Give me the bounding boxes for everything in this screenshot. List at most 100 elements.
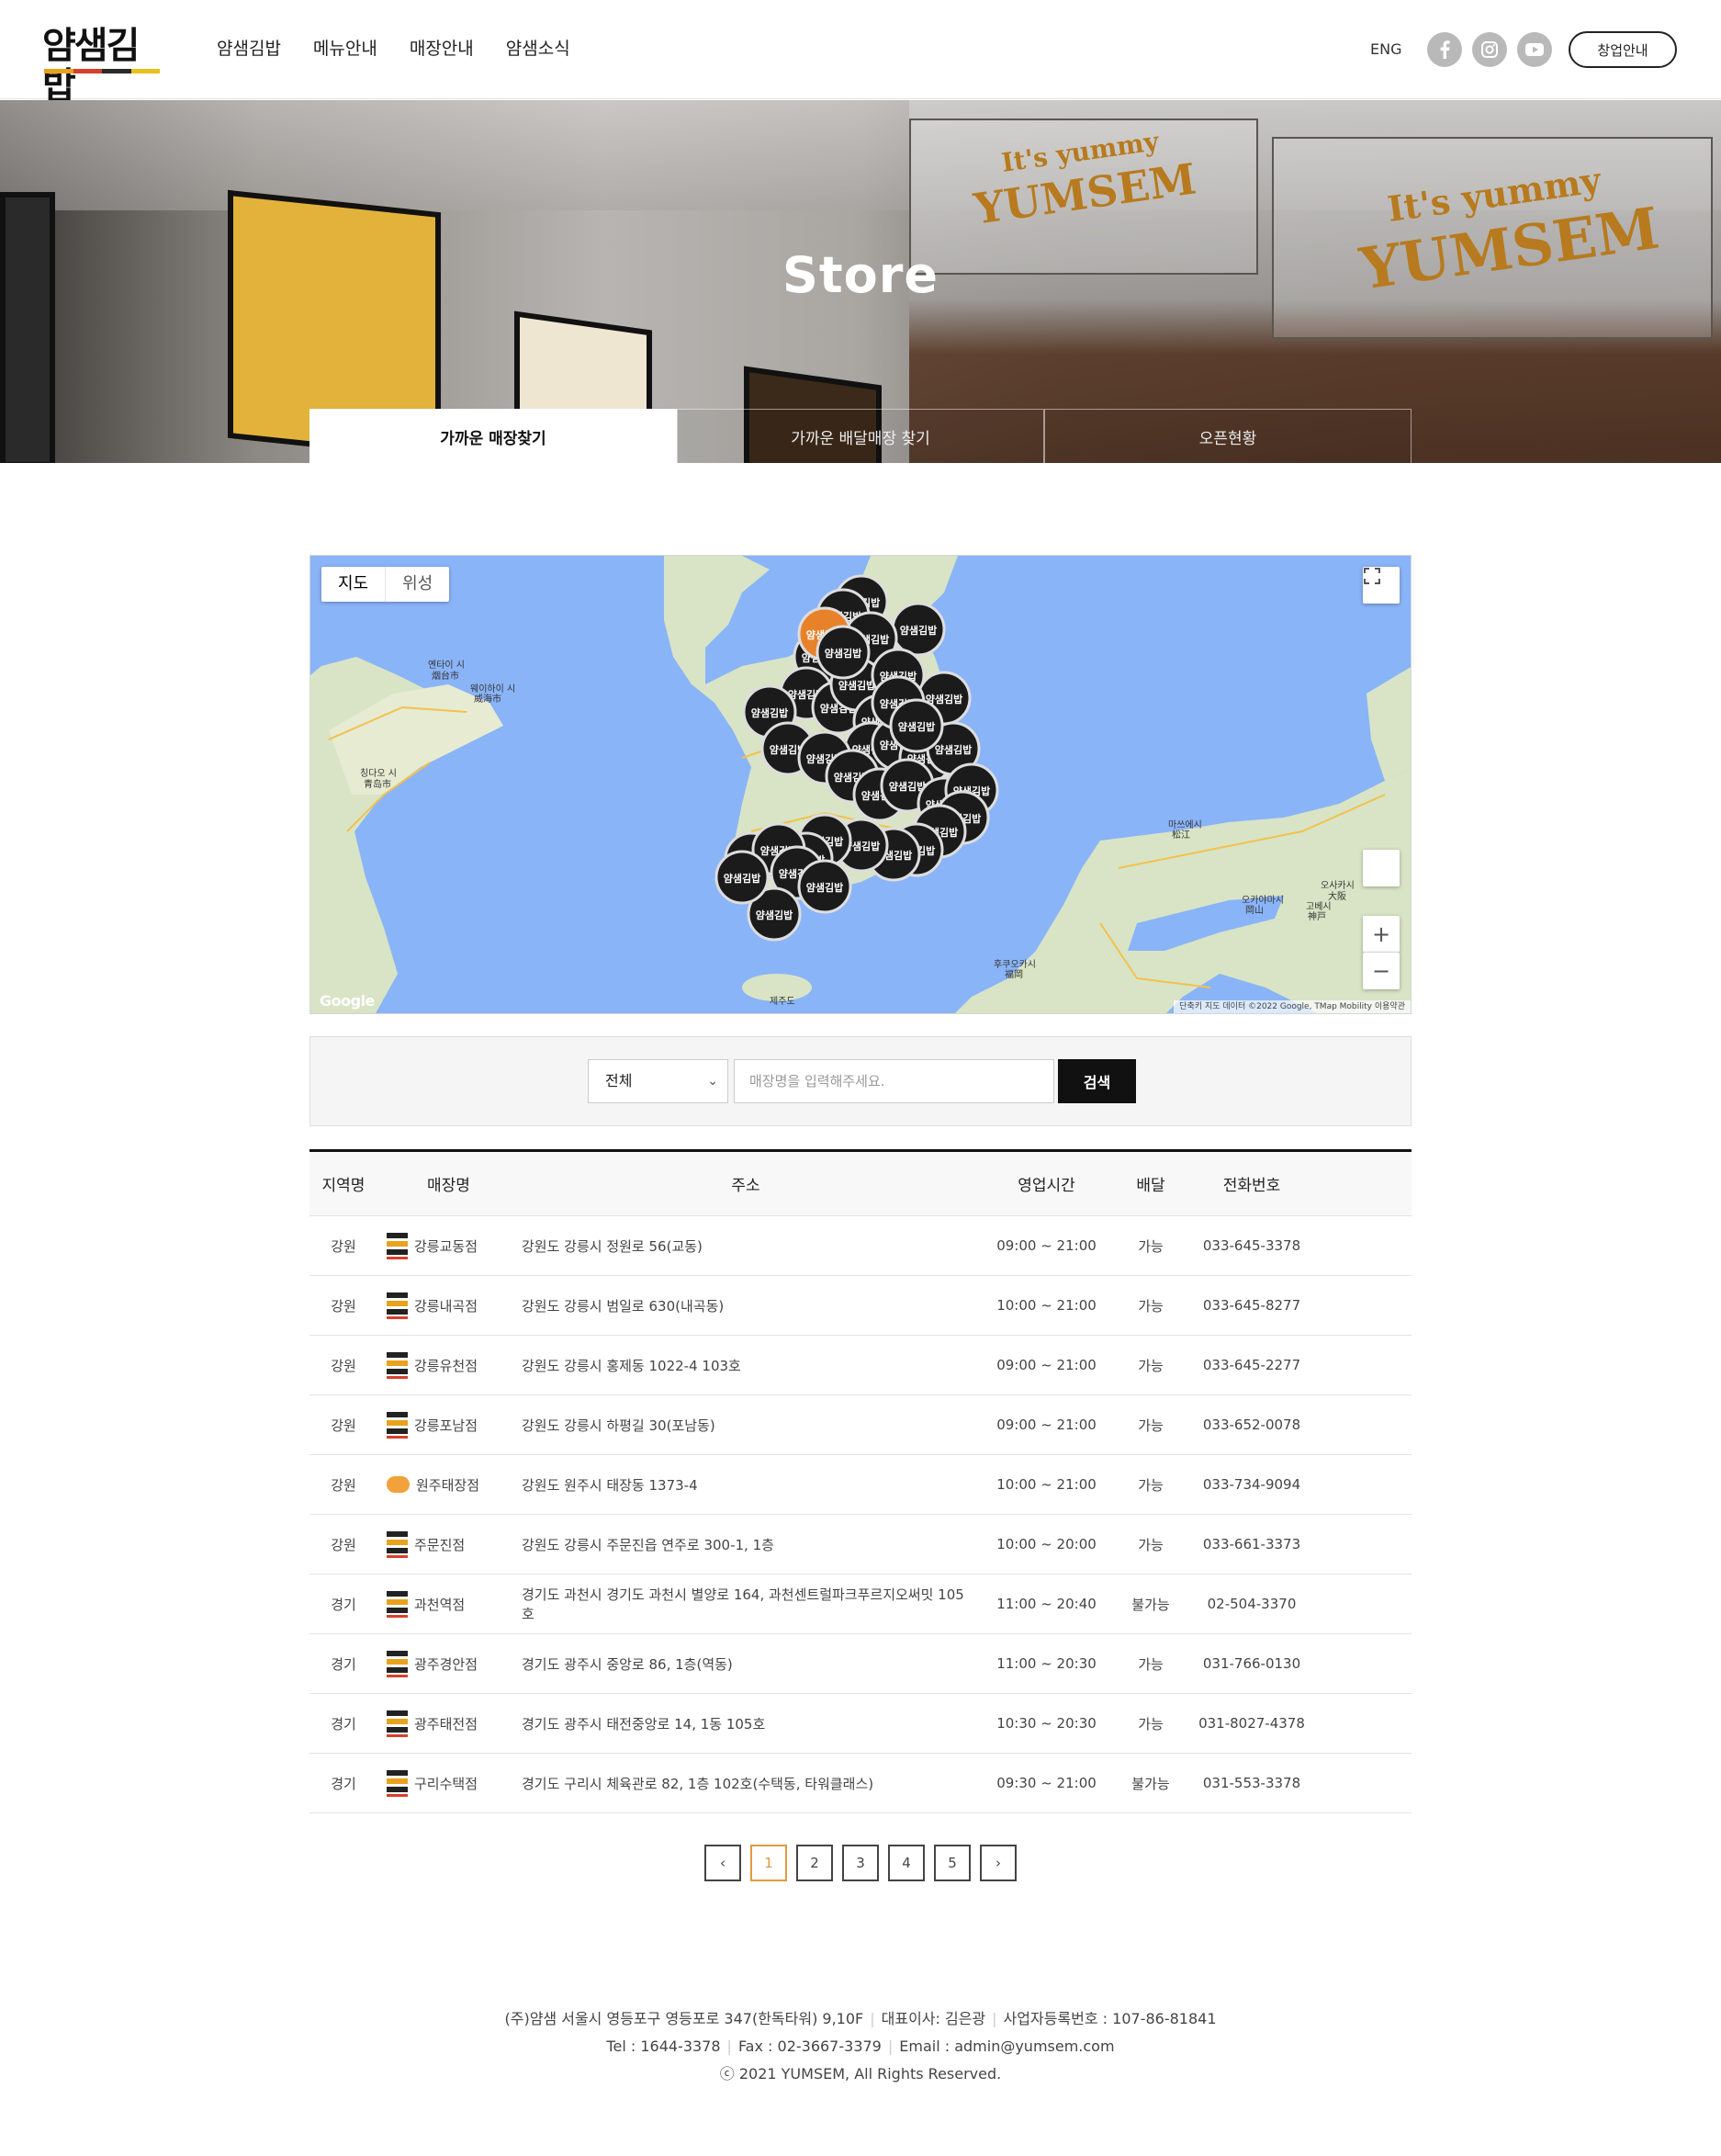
map-label-okayama: 오카야마시 (1242, 895, 1284, 906)
header-delivery: 배달 (1136, 1177, 1165, 1195)
store-marker-label: 얌샘김밥 (838, 679, 875, 692)
store-marker-label: 얌샘김밥 (756, 909, 793, 921)
fullscreen-icon[interactable] (1363, 567, 1400, 604)
store-name: 강릉유천점 (414, 1357, 478, 1374)
cell-region: 경기 (331, 1715, 356, 1733)
cell-phone: 031-553-3378 (1202, 1775, 1301, 1791)
page-button-3[interactable]: 3 (842, 1845, 879, 1881)
map-attribution[interactable]: 단축키 지도 데이터 ©2022 Google, TMap Mobility 이… (1174, 1000, 1411, 1013)
page-button-2[interactable]: 2 (796, 1845, 833, 1881)
cell-phone: 033-661-3373 (1202, 1536, 1301, 1552)
cell-hours: 09:30 ~ 21:00 (996, 1775, 1097, 1791)
store-marker[interactable]: 얌샘김밥 (889, 698, 944, 753)
next-page-button[interactable]: › (980, 1845, 1017, 1881)
store-marker[interactable]: 얌샘김밥 (797, 859, 852, 914)
cell-store-name[interactable]: 강릉유천점 (377, 1350, 520, 1380)
yumsem-logo-icon (387, 1649, 408, 1678)
nav-item-menu[interactable]: 메뉴안내 (313, 35, 377, 60)
yumsem-logo-icon (387, 1410, 408, 1439)
cell-hours: 09:00 ~ 21:00 (996, 1357, 1097, 1373)
map-label-qingdao: 칭다오 시 (360, 768, 397, 779)
table-body: 강원 강릉교동점 강원도 강릉시 정원로 56(교동) 09:00 ~ 21:00 가능… (309, 1216, 1412, 1813)
table-row[interactable]: 강원 주문진점 강원도 강릉시 주문진읍 연주로 300-1, 1층 10:00 ~ … (309, 1515, 1412, 1575)
nav-item-store[interactable]: 매장안내 (410, 35, 474, 60)
facebook-icon[interactable] (1427, 32, 1462, 67)
region-select[interactable]: 전체 ⌄ (588, 1059, 728, 1103)
store-name: 원주태장점 (416, 1476, 480, 1494)
table-row[interactable]: 경기 광주태전점 경기도 광주시 태전중앙로 14, 1동 105호 10:30 ~ … (309, 1694, 1412, 1754)
cell-store-name[interactable]: 강릉내곡점 (377, 1291, 520, 1320)
footer-bizno: 사업자등록번호 : 107-86-81841 (1003, 2010, 1217, 2027)
table-row[interactable]: 강원 강릉교동점 강원도 강릉시 정원로 56(교동) 09:00 ~ 21:00 가능… (309, 1216, 1412, 1276)
footer-ceo: 대표이사: 김은광 (881, 2010, 986, 2027)
table-row[interactable]: 경기 광주경안점 경기도 광주시 중앙로 86, 1층(역동) 11:00 ~ 20:… (309, 1634, 1412, 1694)
store-name: 광주경안점 (414, 1655, 478, 1673)
table-row[interactable]: 강원 강릉포남점 강원도 강릉시 하평길 30(포남동) 09:00 ~ 21:00 가… (309, 1395, 1412, 1455)
cell-store-name[interactable]: 강릉교동점 (377, 1231, 520, 1260)
map-label-osaka-cn: 大阪 (1328, 890, 1346, 902)
map-type-map[interactable]: 지도 (321, 567, 387, 602)
cell-store-name[interactable]: 강릉포남점 (377, 1410, 520, 1439)
franchise-button[interactable]: 창업안내 (1569, 31, 1677, 68)
page-button-5[interactable]: 5 (934, 1845, 971, 1881)
language-toggle[interactable]: ENG (1370, 40, 1401, 58)
cell-delivery: 불가능 (1131, 1775, 1170, 1792)
store-marker[interactable]: 얌샘김밥 (891, 602, 946, 657)
tab-nearby-delivery[interactable]: 가까운 배달매장 찾기 (677, 409, 1044, 463)
store-marker-label: 얌샘김밥 (935, 743, 972, 756)
cell-store-name[interactable]: 과천역점 (377, 1589, 520, 1619)
cell-phone: 02-504-3370 (1207, 1596, 1297, 1612)
table-row[interactable]: 강원 강릉유천점 강원도 강릉시 홍제동 1022-4 103호 09:00 ~ 21… (309, 1336, 1412, 1395)
cell-address: 강원도 강릉시 하평길 30(포남동) (522, 1417, 715, 1434)
prev-page-button[interactable]: ‹ (704, 1845, 741, 1881)
tab-open-status[interactable]: 오픈현황 (1044, 409, 1412, 463)
cell-phone: 033-734-9094 (1202, 1476, 1301, 1493)
store-table: 지역명 매장명 주소 영업시간 배달 전화번호 강원 강릉교동점 강원도 강릉시 정… (309, 1149, 1412, 1813)
table-row[interactable]: 강원 원주태장점 강원도 원주시 태장동 1373-4 10:00 ~ 21:00 가능… (309, 1455, 1412, 1515)
zoom-in-button[interactable]: + (1363, 916, 1400, 953)
cell-hours: 10:00 ~ 20:00 (996, 1536, 1097, 1552)
youtube-icon[interactable] (1517, 32, 1552, 67)
map-label-osaka: 오사카시 (1321, 880, 1355, 891)
store-search: 전체 ⌄ 매장명을 입력해주세요. 검색 (309, 1036, 1412, 1126)
cell-store-name[interactable]: 구리수택점 (377, 1768, 520, 1798)
cell-store-name[interactable]: 주문진점 (377, 1530, 520, 1559)
table-row[interactable]: 경기 구리수택점 경기도 구리시 체육관로 82, 1층 102호(수택동, 타워클… (309, 1754, 1412, 1813)
tab-nearby-store[interactable]: 가까운 매장찾기 (309, 409, 677, 463)
logo-color-bar (44, 69, 160, 73)
cell-store-name[interactable]: 원주태장점 (377, 1475, 520, 1495)
store-marker[interactable]: 얌샘김밥 (714, 850, 770, 905)
cell-phone: 033-645-2277 (1202, 1357, 1301, 1373)
map-label-kobe: 고베시 (1306, 901, 1332, 912)
instagram-icon[interactable] (1472, 32, 1507, 67)
zoom-out-button[interactable]: − (1363, 953, 1400, 989)
cell-phone: 031-8027-4378 (1198, 1715, 1305, 1732)
page-button-4[interactable]: 4 (888, 1845, 925, 1881)
cell-store-name[interactable]: 광주경안점 (377, 1649, 520, 1678)
yumsem-logo-icon (387, 1589, 408, 1619)
cell-region: 강원 (331, 1237, 356, 1255)
header-phone: 전화번호 (1222, 1177, 1281, 1195)
store-name-input[interactable]: 매장명을 입력해주세요. (734, 1059, 1054, 1103)
table-row[interactable]: 강원 강릉내곡점 강원도 강릉시 범일로 630(내곡동) 10:00 ~ 21:00… (309, 1276, 1412, 1336)
yumsem-logo-icon (387, 1350, 408, 1380)
nav-item-news[interactable]: 얌샘소식 (506, 35, 570, 60)
store-map[interactable]: 옌타이 시 烟台市 웨이하이 시 威海市 칭다오 시 青岛市 후쿠오카시 福岡 … (309, 555, 1412, 1014)
logo[interactable]: 얌샘김밥 (42, 26, 162, 107)
nav-item-yumsem[interactable]: 얌샘김밥 (217, 35, 281, 60)
chevron-down-icon: ⌄ (707, 1074, 718, 1089)
table-row[interactable]: 경기 과천역점 경기도 과천시 경기도 과천시 별양로 164, 과천센트럴파크푸르… (309, 1575, 1412, 1634)
footer-line-1: (주)얌샘 서울시 영등포구 영등포로 347(한독타워) 9,10F | 대표이사… (504, 2010, 1217, 2027)
search-button[interactable]: 검색 (1058, 1059, 1136, 1103)
map-type-satellite[interactable]: 위성 (386, 567, 449, 602)
cell-delivery: 가능 (1138, 1297, 1164, 1315)
cell-region: 경기 (331, 1655, 356, 1673)
cell-store-name[interactable]: 광주태전점 (377, 1709, 520, 1738)
cell-region: 강원 (331, 1297, 356, 1315)
map-label-matsue-cn: 松江 (1172, 829, 1190, 841)
page-button-1[interactable]: 1 (750, 1845, 787, 1881)
pegman-icon[interactable] (1363, 850, 1400, 886)
store-name: 구리수택점 (414, 1775, 478, 1792)
cell-delivery: 가능 (1138, 1715, 1164, 1733)
store-marker[interactable]: 얌샘김밥 (816, 625, 871, 680)
